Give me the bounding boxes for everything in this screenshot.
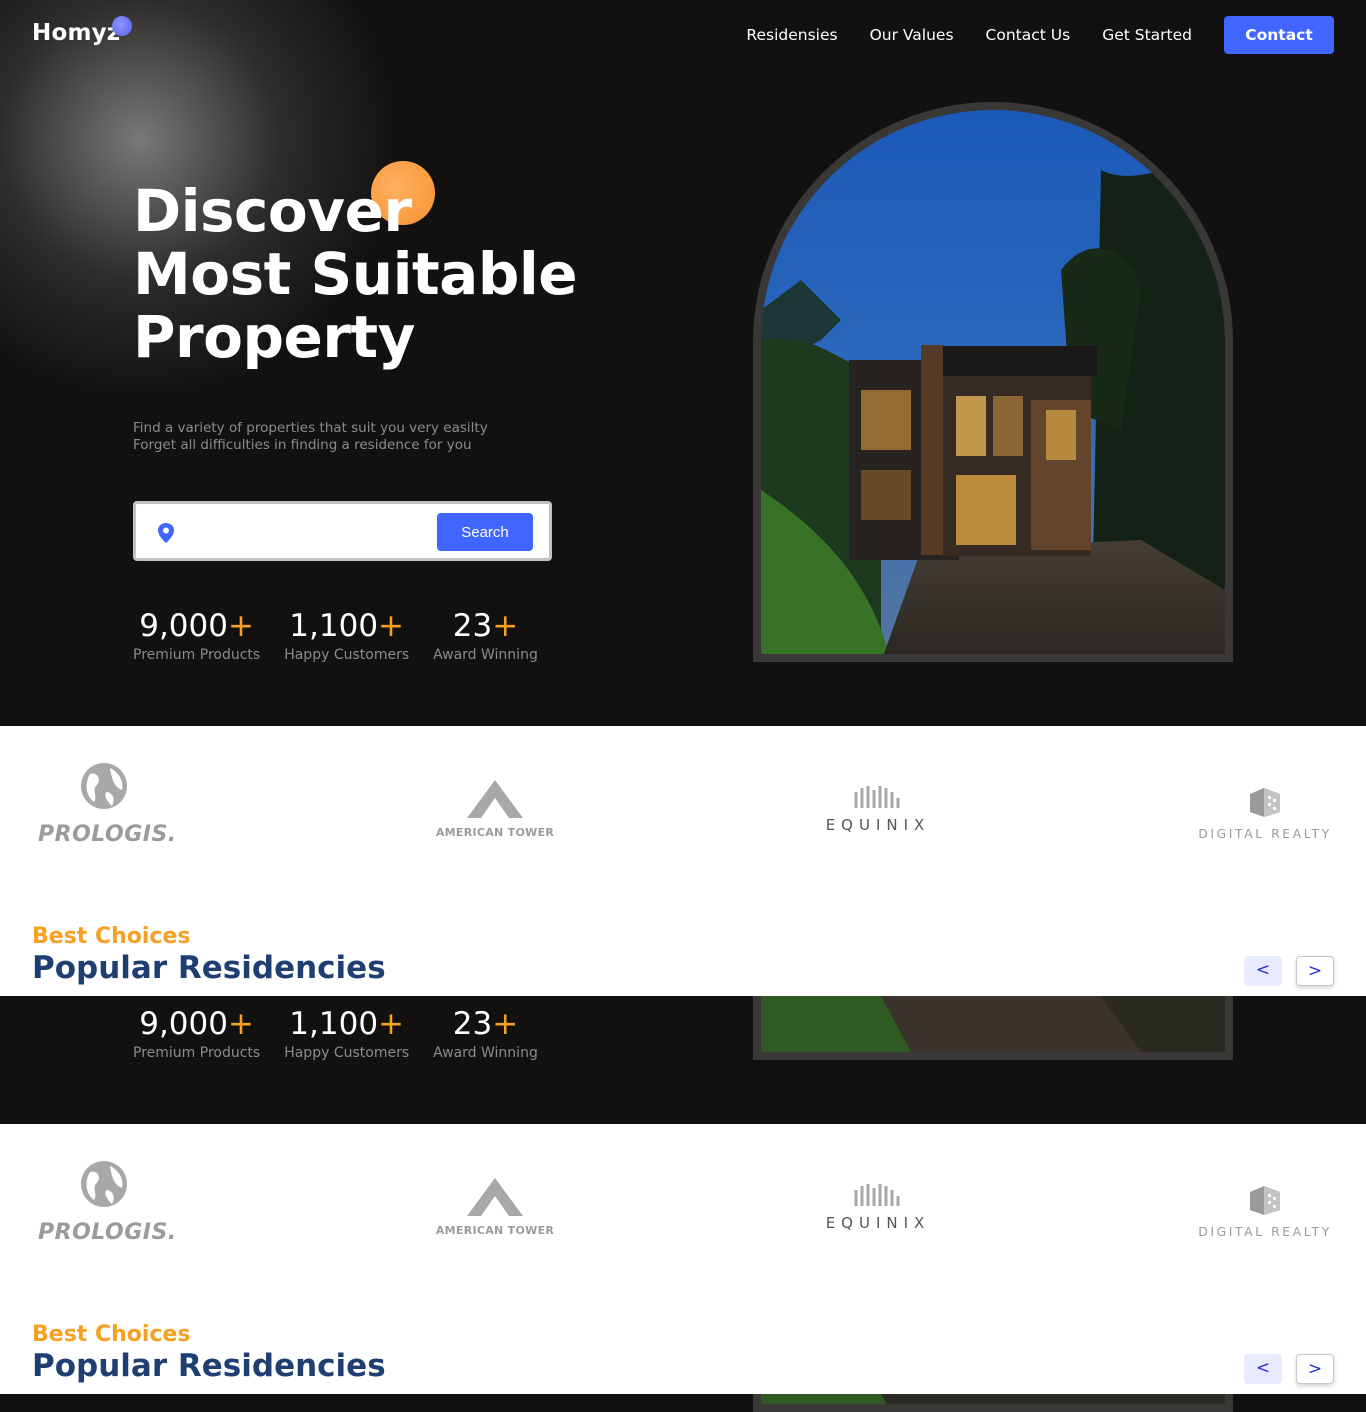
residencies-eyebrow: Best Choices [32,1322,191,1347]
equinix-icon [854,786,900,808]
stat-value: 23+ [452,1006,519,1042]
stat-label: Award Winning [433,647,538,663]
company-equinix: EQUINIX [818,784,938,834]
residencies-title: Popular Residencies [32,1348,386,1384]
stat-value: 23+ [452,608,519,644]
hero-subtitle-line: Find a variety of properties that suit y… [133,420,488,436]
hero-repeat-band [0,1394,1366,1412]
company-american-tower: AMERICAN TOWER [420,778,570,839]
hero-title-line: Property [133,303,415,371]
company-digital-realty: DIGITAL REALTY [1190,1184,1340,1239]
equinix-icon [854,1184,900,1206]
stat-award-winning: 23+ Award Winning [433,606,538,664]
contact-button[interactable]: Contact [1224,16,1334,54]
globe-icon [81,1161,127,1207]
company-prologis: PROLOGIS. [38,762,178,847]
search-bar: Search [133,501,552,561]
tower-icon [467,1178,523,1216]
carousel-prev-button[interactable]: < [1244,1354,1282,1384]
stat-label: Premium Products [133,1045,261,1061]
hero-stats: 9,000+ Premium Products 1,100+ Happy Cus… [133,606,562,664]
stat-value: 1,100+ [289,1006,405,1042]
stat-value: 1,100+ [289,608,405,644]
nav-link-our-values[interactable]: Our Values [870,16,954,54]
stat-happy-customers: 1,100+ Happy Customers [284,606,409,664]
hero-title: Discover Most Suitable Property [133,177,578,371]
stat-award-winning: 23+ Award Winning [433,1004,538,1062]
nav-link-get-started[interactable]: Get Started [1102,16,1192,54]
hero-title-line: Discover [133,177,412,245]
cube-icon [1250,788,1280,817]
hero-repeat-band: 9,000+ Premium Products 1,100+ Happy Cus… [0,996,1366,1124]
companies-section: PROLOGIS. AMERICAN TOWER EQUINIX DIGITAL… [0,726,1366,996]
company-american-tower: AMERICAN TOWER [420,1176,570,1237]
hero-image-frame [753,996,1233,1060]
house-photo [761,110,1225,654]
nav-link-contact-us[interactable]: Contact Us [986,16,1071,54]
company-equinix: EQUINIX [818,1182,938,1232]
residencies-title: Popular Residencies [32,950,386,986]
carousel-next-button[interactable]: > [1296,1354,1334,1384]
company-digital-realty: DIGITAL REALTY [1190,786,1340,841]
stat-premium-products: 9,000+ Premium Products [133,1004,260,1062]
company-name: AMERICAN TOWER [435,1224,555,1237]
brand-logo[interactable]: Homyz [32,20,120,46]
search-button[interactable]: Search [437,513,533,551]
company-name: DIGITAL REALTY [1198,826,1332,841]
hero-image-frame [753,1394,1233,1412]
hero-subtitle-line: Forget all difficulties in finding a res… [133,437,472,453]
stat-label: Award Winning [433,1045,538,1061]
stat-label: Happy Customers [284,647,410,663]
hero-subtitle: Find a variety of properties that suit y… [133,420,488,454]
companies-section: PROLOGIS. AMERICAN TOWER EQUINIX DIGITAL… [0,1124,1366,1394]
hero-image-frame [753,102,1233,662]
company-name: PROLOGIS. [38,1220,177,1245]
house-photo [761,1394,1225,1404]
cube-icon [1250,1186,1280,1215]
stat-value: 9,000+ [139,1006,254,1042]
carousel-next-button[interactable]: > [1296,956,1334,986]
hero-section: Homyz Residensies Our Values Contact Us … [0,0,1366,726]
logo-dot [112,16,132,36]
stat-label: Premium Products [133,647,261,663]
stat-label: Happy Customers [284,1045,410,1061]
company-prologis: PROLOGIS. [38,1160,178,1245]
carousel-prev-button[interactable]: < [1244,956,1282,986]
company-name: AMERICAN TOWER [435,826,555,839]
hero-title-line: Most Suitable [133,240,578,308]
company-name: EQUINIX [825,1214,931,1232]
stat-value: 9,000+ [139,608,254,644]
stat-premium-products: 9,000+ Premium Products [133,606,260,664]
company-name: EQUINIX [825,816,931,834]
tower-icon [467,780,523,818]
top-nav: Residensies Our Values Contact Us Get St… [746,16,1334,54]
location-pin-icon [158,523,174,543]
company-name: PROLOGIS. [38,822,177,847]
house-photo [761,996,1225,1052]
nav-link-residencies[interactable]: Residensies [746,16,837,54]
hero-stats: 9,000+ Premium Products 1,100+ Happy Cus… [133,1004,562,1062]
residencies-eyebrow: Best Choices [32,924,191,949]
globe-icon [81,763,127,809]
stat-happy-customers: 1,100+ Happy Customers [284,1004,409,1062]
company-name: DIGITAL REALTY [1198,1224,1332,1239]
search-input[interactable] [186,514,426,550]
